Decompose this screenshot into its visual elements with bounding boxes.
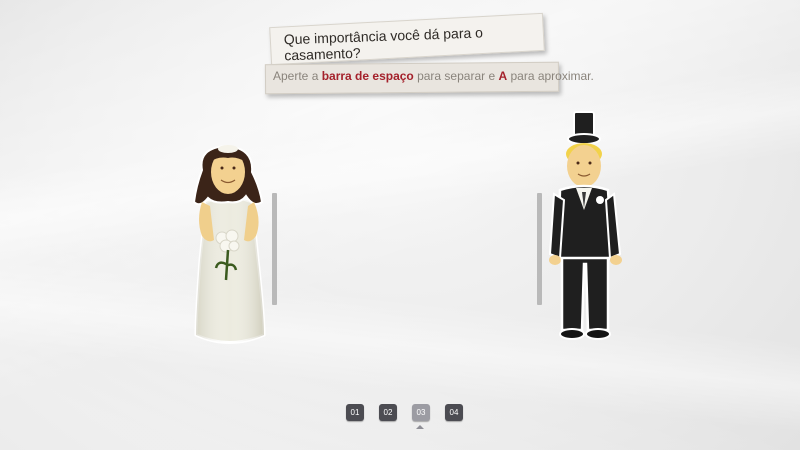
instruction-key-space: barra de espaço bbox=[321, 69, 414, 83]
page-button-02[interactable]: 02 bbox=[379, 404, 397, 421]
bride-figurine[interactable] bbox=[188, 140, 270, 350]
left-distance-bar bbox=[272, 193, 277, 305]
page-navigation: 01 02 03 04 bbox=[346, 404, 463, 422]
instruction-part: Aperte a bbox=[273, 69, 322, 83]
page-button-03[interactable]: 03 bbox=[412, 404, 430, 421]
page-button-01[interactable]: 01 bbox=[346, 404, 364, 421]
active-page-indicator-icon bbox=[416, 425, 424, 429]
instruction-part: para separar e bbox=[413, 69, 499, 83]
page-button-04[interactable]: 04 bbox=[445, 404, 463, 421]
instruction-key-a: A bbox=[498, 69, 508, 83]
instruction-part: para aproximar. bbox=[507, 69, 594, 83]
groom-figurine[interactable] bbox=[546, 108, 626, 346]
instruction-text: Aperte a barra de espaço para separar e … bbox=[273, 69, 594, 83]
right-distance-bar bbox=[537, 193, 542, 305]
